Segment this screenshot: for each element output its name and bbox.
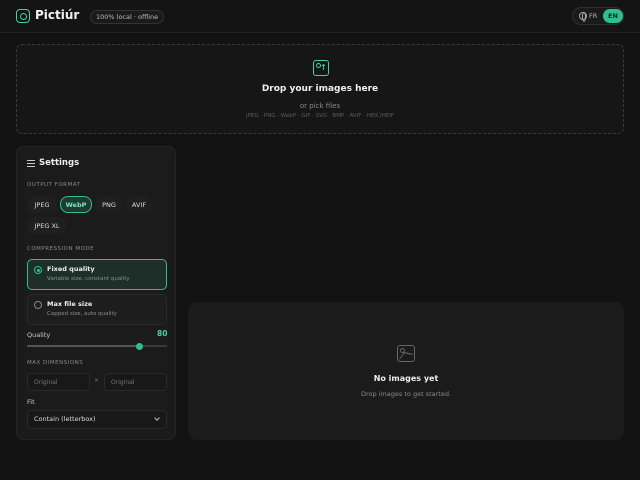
logo-icon [16,9,30,23]
globe-icon [579,12,587,22]
fit-select[interactable]: Contain (letterbox) [27,410,167,429]
supported-formats: JPEG · PNG · WebP · GIF · SVG · BMP · AV… [245,113,395,119]
mode-desc: Variable size, constant quality [47,276,130,282]
sliders-icon [27,160,35,167]
mode-desc: Capped size, auto quality [47,311,117,317]
format-avif-button[interactable]: AVIF [125,196,153,213]
quality-value: 80 [157,329,168,338]
quality-slider[interactable] [27,342,167,350]
offline-badge: 100% local · offline [90,10,165,24]
empty-title: No images yet [373,374,439,383]
fit-select-value: Contain (letterbox) [34,415,96,423]
app-title: Pictiúr [35,8,80,22]
radio-fixed-quality[interactable] [34,266,42,274]
radio-max-file-size[interactable] [34,301,42,309]
app-header: Pictiúr 100% local · offline FR EN [0,0,640,33]
format-webp-button[interactable]: WebP [60,196,92,213]
format-png-button[interactable]: PNG [95,196,123,213]
format-jpegxl-button[interactable]: JPEG XL [27,217,67,234]
max-height-input[interactable] [104,373,167,391]
image-icon [397,345,415,362]
fit-label: Fit [27,398,35,406]
mode-title: Max file size [47,300,93,308]
empty-subtitle: Drop images to get started. [360,390,452,398]
lang-en-button[interactable]: EN [603,9,623,23]
format-jpeg-button[interactable]: JPEG [27,196,57,213]
quality-label: Quality [27,331,51,339]
settings-title: Settings [39,158,80,168]
output-format-label: OUTPUT FORMAT [27,182,81,188]
mode-fixed-quality[interactable]: Fixed quality Variable size, constant qu… [27,259,167,290]
quality-slider-fill [27,345,139,347]
mode-title: Fixed quality [47,265,95,273]
mode-max-file-size[interactable]: Max file size Capped size, auto quality [27,294,167,325]
settings-panel: Settings OUTPUT FORMAT JPEG WebP PNG AVI… [16,146,176,440]
max-width-input[interactable] [27,373,90,391]
compression-mode-label: COMPRESSION MODE [27,246,95,252]
chevron-down-icon [154,415,160,421]
results-empty-state: No images yet Drop images to get started… [188,302,624,440]
dimension-separator: × [94,377,100,384]
max-dimensions-label: MAX DIMENSIONS [27,360,84,366]
pick-files-link[interactable]: or pick files [17,102,623,110]
language-switcher[interactable]: FR EN [572,7,624,25]
image-upload-icon [313,60,329,76]
dropzone-title: Drop your images here [261,84,379,94]
lang-fr-button[interactable]: FR [589,12,597,20]
image-dropzone[interactable]: Drop your images here or pick files JPEG… [16,44,624,134]
quality-slider-thumb[interactable] [135,342,143,350]
